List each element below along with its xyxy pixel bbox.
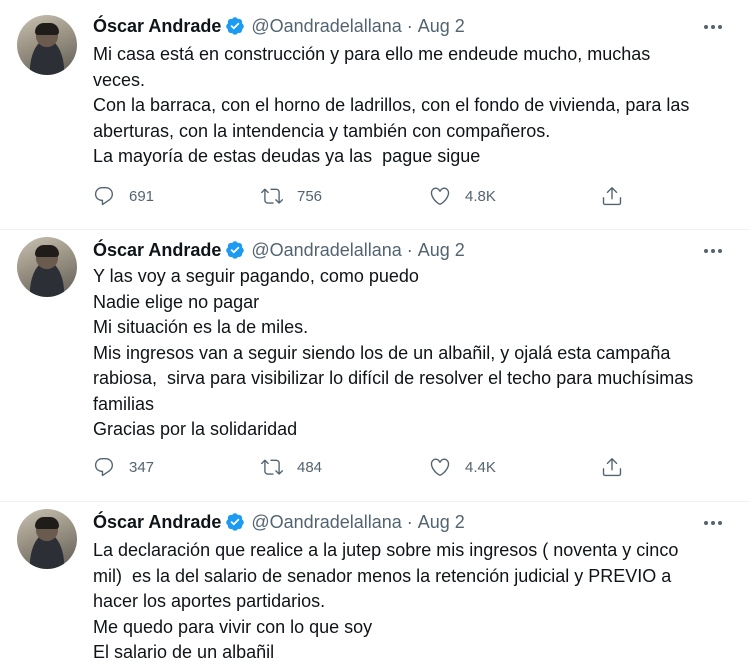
tweet-line: hacer los aportes partidarios. bbox=[93, 591, 326, 611]
tweet-line: Con la barraca, con el horno de ladrillo… bbox=[93, 95, 690, 115]
retweet-button[interactable]: 756 bbox=[261, 184, 322, 208]
reply-count: 691 bbox=[129, 187, 155, 205]
reply-button[interactable]: 691 bbox=[93, 184, 154, 208]
avatar[interactable] bbox=[17, 15, 77, 75]
share-button[interactable] bbox=[601, 184, 623, 208]
tweet-line: Mis ingresos van a seguir siendo los de … bbox=[93, 342, 671, 363]
heart-icon bbox=[430, 458, 450, 476]
tweet-header: Óscar Andrade @Oandradelallana · Aug 2 bbox=[93, 510, 465, 534]
verified-badge-icon bbox=[226, 17, 245, 35]
reply-button[interactable]: 347 bbox=[93, 455, 154, 479]
tweet-line: aberturas, con la intendencia y también … bbox=[93, 120, 551, 141]
like-count: 4.8K bbox=[465, 187, 496, 205]
like-button[interactable]: 4.8K bbox=[429, 184, 496, 208]
retweet-icon bbox=[261, 459, 283, 475]
author-name[interactable]: Óscar Andrade bbox=[93, 16, 221, 37]
tweet-header: Óscar Andrade @Oandradelallana · Aug 2 bbox=[93, 14, 465, 38]
avatar[interactable] bbox=[17, 509, 77, 569]
tweet-text: Mi casa está en construcción y para ello… bbox=[93, 42, 733, 170]
tweet-date[interactable]: Aug 2 bbox=[418, 16, 465, 37]
heart-icon bbox=[430, 187, 450, 205]
tweet-line: La mayoría de estas deudas ya las pague … bbox=[93, 146, 481, 166]
share-icon bbox=[602, 187, 622, 206]
verified-badge-icon bbox=[226, 513, 245, 531]
retweet-count: 484 bbox=[297, 458, 323, 476]
author-handle[interactable]: @Oandradelallana bbox=[251, 16, 401, 37]
tweet-line: Mi casa está en construcción y para ello… bbox=[93, 44, 651, 64]
tweet[interactable]: Óscar Andrade @Oandradelallana · Aug 2 L… bbox=[0, 502, 750, 672]
author-name[interactable]: Óscar Andrade bbox=[93, 240, 221, 261]
tweet-header: Óscar Andrade @Oandradelallana · Aug 2 bbox=[93, 238, 465, 262]
avatar[interactable] bbox=[17, 237, 77, 297]
reply-icon bbox=[94, 187, 114, 206]
separator: · bbox=[406, 511, 413, 532]
reply-count: 347 bbox=[129, 458, 155, 476]
tweet-line: Gracias por la solidaridad bbox=[93, 419, 298, 439]
tweet-line: Mi situación es la de miles. bbox=[93, 317, 309, 337]
tweet-date[interactable]: Aug 2 bbox=[418, 240, 465, 261]
tweet-line: La declaración que realice a la jutep so… bbox=[93, 540, 679, 560]
tweet[interactable]: Óscar Andrade @Oandradelallana · Aug 2 M… bbox=[0, 0, 750, 230]
action-bar: 691 756 4.8K bbox=[93, 184, 653, 208]
more-dots-icon[interactable] bbox=[702, 240, 724, 262]
separator: · bbox=[406, 15, 413, 36]
reply-icon bbox=[94, 458, 114, 477]
like-button[interactable]: 4.4K bbox=[429, 455, 496, 479]
tweet-line: mil) es la del salario de senador menos … bbox=[93, 565, 672, 586]
separator: · bbox=[406, 239, 413, 260]
tweet-line: Me quedo para vivir con lo que soy bbox=[93, 616, 373, 637]
tweet-line: El salario de un albañil bbox=[93, 642, 275, 662]
tweet-line: familias bbox=[93, 393, 155, 414]
author-handle[interactable]: @Oandradelallana bbox=[251, 240, 401, 261]
tweet-line: rabiosa, sirva para visibilizar lo difíc… bbox=[93, 368, 694, 388]
verified-badge-icon bbox=[226, 241, 245, 259]
retweet-button[interactable]: 484 bbox=[261, 455, 322, 479]
more-dots-icon[interactable] bbox=[702, 16, 724, 38]
more-dots-icon[interactable] bbox=[702, 512, 724, 534]
like-count: 4.4K bbox=[465, 458, 496, 476]
tweet-text: Y las voy a seguir pagando, como puedo N… bbox=[93, 264, 733, 443]
tweet-line: veces. bbox=[93, 69, 146, 90]
author-handle[interactable]: @Oandradelallana bbox=[251, 512, 401, 533]
tweet[interactable]: Óscar Andrade @Oandradelallana · Aug 2 Y… bbox=[0, 230, 750, 502]
tweet-line: Nadie elige no pagar bbox=[93, 291, 260, 312]
action-bar: 347 484 4.4K bbox=[93, 455, 653, 479]
author-name[interactable]: Óscar Andrade bbox=[93, 512, 221, 533]
retweet-icon bbox=[261, 188, 283, 204]
share-icon bbox=[602, 458, 622, 477]
retweet-count: 756 bbox=[297, 187, 323, 205]
tweet-text: La declaración que realice a la jutep so… bbox=[93, 538, 733, 666]
share-button[interactable] bbox=[601, 455, 623, 479]
tweet-date[interactable]: Aug 2 bbox=[418, 512, 465, 533]
tweet-line: Y las voy a seguir pagando, como puedo bbox=[93, 266, 419, 286]
